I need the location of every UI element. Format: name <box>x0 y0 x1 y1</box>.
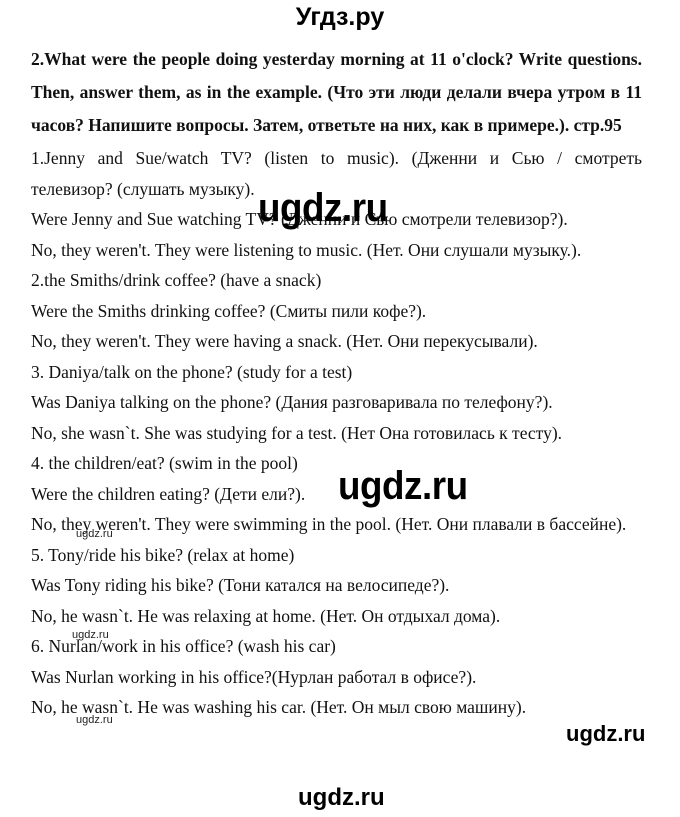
item-question: Was Nurlan working in his office?(Нурлан… <box>31 666 477 687</box>
item-answer: No, she wasn`t. She was studying for a t… <box>31 422 563 443</box>
item-answer: No, they weren't. They were swimming in … <box>31 514 627 534</box>
site-title: Угдз.ру <box>295 3 385 31</box>
item-prompt: 2.the Smiths/drink coffee? (have a snack… <box>31 270 322 290</box>
exercise-item-5: 5. Tony/ride his bike? (relax at home) W… <box>31 540 642 632</box>
watermark-small: ugdz.ru <box>72 629 109 641</box>
watermark-large: ugdz.ru <box>338 464 468 508</box>
exercise-item-4: 4. the children/eat? (swim in the pool) … <box>31 448 642 540</box>
item-prompt: 1.Jenny and Sue/watch TV? (listen to mus… <box>31 148 642 168</box>
item-answer: No, he wasn`t. He was washing his car. (… <box>31 697 527 717</box>
item-answer: No, they weren't. They were having a sna… <box>31 331 538 351</box>
exercise-document: 2.What were the people doing yesterday m… <box>31 43 642 723</box>
watermark-medium: ugdz.ru <box>566 721 646 746</box>
item-prompt: 5. Tony/ride his bike? (relax at home) <box>31 544 295 565</box>
watermark-footer: ugdz.ru <box>298 784 385 811</box>
watermark-small: ugdz.ru <box>76 528 113 540</box>
exercise-item-3: 3. Daniya/talk on the phone? (study for … <box>31 357 642 449</box>
item-question: Was Tony riding his bike? (Тони катался … <box>31 575 450 595</box>
item-answer: No, they weren't. They were listening to… <box>31 239 582 260</box>
exercise-item-6: 6. Nurlan/work in his office? (wash his … <box>31 631 642 723</box>
item-question: Was Daniya talking on the phone? (Дания … <box>31 392 553 412</box>
item-prompt: 6. Nurlan/work in his office? (wash his … <box>31 636 336 656</box>
exercise-item-2: 2.the Smiths/drink coffee? (have a snack… <box>31 265 642 357</box>
watermark-large: ugdz.ru <box>258 186 388 230</box>
exercise-heading: 2.What were the people doing yesterday m… <box>31 49 642 135</box>
item-prompt: 3. Daniya/talk on the phone? (study for … <box>31 361 353 382</box>
item-question: Were the Smiths drinking coffee? (Смиты … <box>31 300 427 321</box>
item-question: Were the children eating? (Дети ели?). <box>31 483 306 504</box>
item-answer: No, he wasn`t. He was relaxing at home. … <box>31 605 501 626</box>
item-prompt: 4. the children/eat? (swim in the pool) <box>31 453 298 473</box>
watermark-small: ugdz.ru <box>76 714 113 726</box>
